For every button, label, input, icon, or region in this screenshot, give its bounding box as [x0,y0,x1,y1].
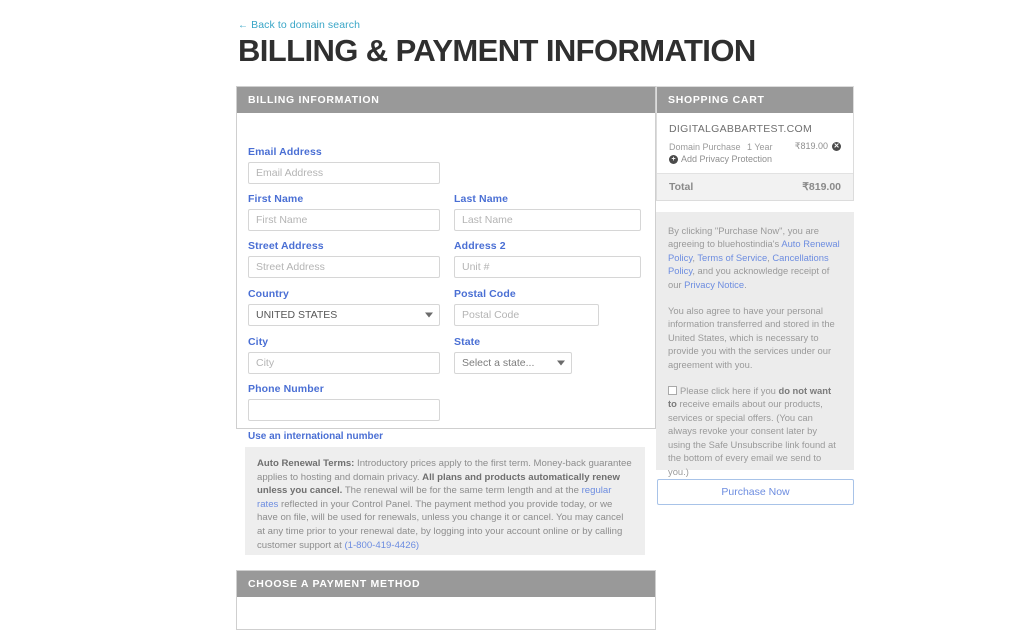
street-address-field-group: Street Address [248,240,440,278]
cart-domain-name: DIGITALGABBARTEST.COM [669,123,813,135]
remove-item-icon[interactable]: ✕ [832,142,841,151]
terms-of-service-link[interactable]: Terms of Service [697,252,767,263]
postal-code-label: Postal Code [454,288,516,300]
legal-p1-e: . [744,278,747,290]
chevron-down-icon [557,360,565,366]
cart-section-header: SHOPPING CART [657,87,853,113]
auto-renewal-text-3: reflected in your Control Panel. The pay… [257,498,624,551]
phone-number-label: Phone Number [248,383,324,395]
address2-label: Address 2 [454,240,506,252]
billing-information-panel: BILLING INFORMATION Email Address First … [236,86,656,442]
country-field-group: Country UNITED STATES [248,288,440,326]
cart-total-value: ₹819.00 [802,181,841,193]
legal-consent-panel: By clicking "Purchase Now", you are agre… [656,212,854,477]
postal-code-input[interactable] [454,304,599,326]
add-privacy-protection-label: Add Privacy Protection [681,154,773,164]
auto-renewal-heading: Auto Renewal Terms: [257,458,355,469]
auto-renewal-terms: Auto Renewal Terms: Introductory prices … [245,447,645,555]
cart-total-label: Total [669,181,694,193]
last-name-label: Last Name [454,193,509,205]
privacy-notice-link[interactable]: Privacy Notice [684,279,744,290]
last-name-input[interactable] [454,209,641,231]
postal-code-field-group: Postal Code [454,288,599,326]
first-name-input[interactable] [248,209,440,231]
back-link-label: Back to domain search [251,19,361,31]
cart-item-term: 1 Year [747,141,773,152]
back-to-domain-search-link[interactable]: ← Back to domain search [238,19,360,31]
choose-payment-method-panel: CHOOSE A PAYMENT METHOD [236,570,656,630]
cart-body: DIGITALGABBARTEST.COM Domain Purchase 1 … [657,113,853,164]
country-select[interactable]: UNITED STATES [248,304,440,326]
back-arrow-icon: ← [238,20,249,31]
optout-text-b: receive emails about our products, servi… [668,398,836,477]
cart-item-row: Domain Purchase 1 Year ₹819.00 ✕ [669,141,841,152]
optout-text-a: Please click here if you [680,385,779,397]
email-optout-checkbox[interactable] [668,386,677,396]
state-select[interactable]: Select a state... [454,352,572,374]
purchase-now-button[interactable]: Purchase Now [657,479,854,505]
city-input[interactable] [248,352,440,374]
use-international-number-link[interactable]: Use an international number [248,431,383,442]
email-field-group: Email Address [248,146,440,184]
last-name-field-group: Last Name [454,193,641,231]
first-name-field-group: First Name [248,193,440,231]
billing-payment-page: ← Back to domain search BILLING & PAYMENT… [0,0,1024,630]
payment-section-header: CHOOSE A PAYMENT METHOD [237,571,655,597]
country-label: Country [248,288,289,300]
street-address-input[interactable] [248,256,440,278]
email-input[interactable] [248,162,440,184]
auto-renewal-text-2: The renewal will be for the same term le… [342,485,582,497]
state-select-value: Select a state... [454,352,572,374]
legal-paragraph-1: By clicking "Purchase Now", you are agre… [668,224,842,291]
cart-total-row: Total ₹819.00 [657,173,853,200]
first-name-label: First Name [248,193,304,205]
chevron-down-icon [425,312,433,318]
state-label: State [454,336,481,348]
page-title: BILLING & PAYMENT INFORMATION [238,33,756,68]
email-optout-paragraph: Please click here if you do not want to … [668,384,842,478]
billing-section-header: BILLING INFORMATION [237,87,655,113]
support-phone-link[interactable]: (1-800-419-4426) [344,540,419,551]
city-field-group: City [248,336,440,374]
legal-paragraph-2: You also agree to have your personal inf… [668,305,835,370]
shopping-cart-panel: SHOPPING CART DIGITALGABBARTEST.COM Doma… [656,86,854,201]
cart-item-price: ₹819.00 [794,141,828,151]
address2-field-group: Address 2 [454,240,641,278]
state-field-group: State Select a state... [454,336,572,374]
street-address-label: Street Address [248,240,324,252]
phone-number-field-group: Phone Number [248,383,440,421]
city-label: City [248,336,269,348]
add-icon[interactable]: + [669,154,678,164]
address2-input[interactable] [454,256,641,278]
country-select-value: UNITED STATES [248,304,440,326]
add-privacy-protection-row[interactable]: + Add Privacy Protection [669,154,841,164]
phone-number-input[interactable] [248,399,440,421]
cart-item-description: Domain Purchase [669,141,741,152]
email-label: Email Address [248,146,322,158]
